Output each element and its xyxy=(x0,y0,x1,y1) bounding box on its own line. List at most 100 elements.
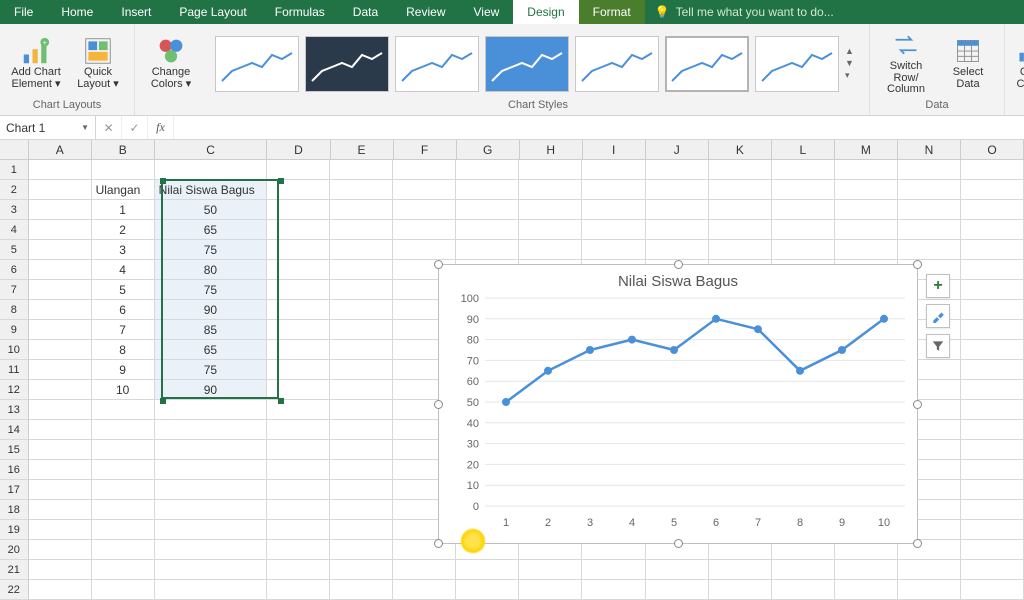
cell-O21[interactable] xyxy=(961,560,1024,580)
cell-E19[interactable] xyxy=(330,520,393,540)
cell-O4[interactable] xyxy=(961,220,1024,240)
row-header-16[interactable]: 16 xyxy=(0,460,29,480)
cell-A4[interactable] xyxy=(29,220,92,240)
chart-style-thumb-3[interactable] xyxy=(395,36,479,92)
cell-B6[interactable]: 4 xyxy=(92,260,155,280)
cell-C17[interactable] xyxy=(155,480,267,500)
row-header-10[interactable]: 10 xyxy=(0,340,29,360)
cell-L4[interactable] xyxy=(772,220,835,240)
cell-C12[interactable]: 90 xyxy=(155,380,267,400)
cell-L22[interactable] xyxy=(772,580,835,600)
cell-A15[interactable] xyxy=(29,440,92,460)
cell-O9[interactable] xyxy=(961,320,1024,340)
cell-E6[interactable] xyxy=(330,260,393,280)
cell-L5[interactable] xyxy=(772,240,835,260)
cell-H22[interactable] xyxy=(519,580,582,600)
cell-O13[interactable] xyxy=(961,400,1024,420)
quick-layout-button[interactable]: Quick Layout ▾ xyxy=(70,31,126,97)
cell-F5[interactable] xyxy=(393,240,456,260)
col-header-I[interactable]: I xyxy=(583,140,646,160)
cell-D7[interactable] xyxy=(267,280,330,300)
cell-E9[interactable] xyxy=(330,320,393,340)
cell-B16[interactable] xyxy=(92,460,155,480)
cell-B4[interactable]: 2 xyxy=(92,220,155,240)
cell-A12[interactable] xyxy=(29,380,92,400)
cell-H5[interactable] xyxy=(519,240,582,260)
cell-O18[interactable] xyxy=(961,500,1024,520)
tab-format[interactable]: Format xyxy=(579,0,645,24)
cell-B1[interactable] xyxy=(92,160,155,180)
cell-D18[interactable] xyxy=(267,500,330,520)
worksheet-grid[interactable]: ABCDEFGHIJKLMNO 12Ulangan Ke-Nilai Siswa… xyxy=(0,140,1024,600)
cell-B13[interactable] xyxy=(92,400,155,420)
cell-D19[interactable] xyxy=(267,520,330,540)
cell-F1[interactable] xyxy=(393,160,456,180)
cell-M4[interactable] xyxy=(835,220,898,240)
cell-C6[interactable]: 80 xyxy=(155,260,267,280)
cell-E17[interactable] xyxy=(330,480,393,500)
cell-K4[interactable] xyxy=(709,220,772,240)
cell-B21[interactable] xyxy=(92,560,155,580)
cell-O14[interactable] xyxy=(961,420,1024,440)
cell-C15[interactable] xyxy=(155,440,267,460)
cell-O1[interactable] xyxy=(961,160,1024,180)
cell-O19[interactable] xyxy=(961,520,1024,540)
cell-N21[interactable] xyxy=(898,560,961,580)
chart-handle-sw[interactable] xyxy=(434,539,443,548)
cell-E10[interactable] xyxy=(330,340,393,360)
tab-formulas[interactable]: Formulas xyxy=(261,0,339,24)
col-header-G[interactable]: G xyxy=(457,140,520,160)
cell-D11[interactable] xyxy=(267,360,330,380)
row-header-21[interactable]: 21 xyxy=(0,560,29,580)
row-header-1[interactable]: 1 xyxy=(0,160,29,180)
cell-O11[interactable] xyxy=(961,360,1024,380)
chart-style-thumb-2[interactable] xyxy=(305,36,389,92)
cell-D2[interactable] xyxy=(267,180,330,200)
cell-O2[interactable] xyxy=(961,180,1024,200)
chart-title[interactable]: Nilai Siswa Bagus xyxy=(439,265,917,294)
cell-D10[interactable] xyxy=(267,340,330,360)
cell-H2[interactable] xyxy=(519,180,582,200)
cell-C16[interactable] xyxy=(155,460,267,480)
cell-B17[interactable] xyxy=(92,480,155,500)
cell-D16[interactable] xyxy=(267,460,330,480)
cell-D9[interactable] xyxy=(267,320,330,340)
embedded-chart[interactable]: Nilai Siswa Bagus 0102030405060708090100… xyxy=(438,264,918,544)
name-box[interactable]: Chart 1 ▼ xyxy=(0,116,96,139)
cell-D21[interactable] xyxy=(267,560,330,580)
cell-D5[interactable] xyxy=(267,240,330,260)
cell-G5[interactable] xyxy=(456,240,519,260)
cell-L21[interactable] xyxy=(772,560,835,580)
cell-B5[interactable]: 3 xyxy=(92,240,155,260)
formula-input[interactable] xyxy=(174,116,1024,139)
cell-I21[interactable] xyxy=(582,560,645,580)
col-header-O[interactable]: O xyxy=(961,140,1024,160)
cell-A20[interactable] xyxy=(29,540,92,560)
cell-D4[interactable] xyxy=(267,220,330,240)
row-header-6[interactable]: 6 xyxy=(0,260,29,280)
cell-N1[interactable] xyxy=(898,160,961,180)
change-colors-button[interactable]: Change Colors ▾ xyxy=(143,31,199,97)
cell-E5[interactable] xyxy=(330,240,393,260)
col-header-L[interactable]: L xyxy=(772,140,835,160)
chart-handle-nw[interactable] xyxy=(434,260,443,269)
tab-page-layout[interactable]: Page Layout xyxy=(165,0,260,24)
cell-G3[interactable] xyxy=(456,200,519,220)
chart-handle-w[interactable] xyxy=(434,400,443,409)
chart-plot-area[interactable]: 010203040506070809010012345678910 xyxy=(439,294,919,534)
tab-design[interactable]: Design xyxy=(513,0,578,24)
cell-B19[interactable] xyxy=(92,520,155,540)
cell-A11[interactable] xyxy=(29,360,92,380)
cell-G1[interactable] xyxy=(456,160,519,180)
cell-B20[interactable] xyxy=(92,540,155,560)
insert-function-button[interactable]: fx xyxy=(148,116,174,139)
row-header-9[interactable]: 9 xyxy=(0,320,29,340)
col-header-N[interactable]: N xyxy=(898,140,961,160)
formula-enter-button[interactable]: ✓ xyxy=(122,116,148,139)
col-header-D[interactable]: D xyxy=(267,140,330,160)
cell-B22[interactable] xyxy=(92,580,155,600)
chart-style-thumb-6[interactable] xyxy=(665,36,749,92)
cell-D6[interactable] xyxy=(267,260,330,280)
chart-style-thumb-5[interactable] xyxy=(575,36,659,92)
cell-J3[interactable] xyxy=(646,200,709,220)
